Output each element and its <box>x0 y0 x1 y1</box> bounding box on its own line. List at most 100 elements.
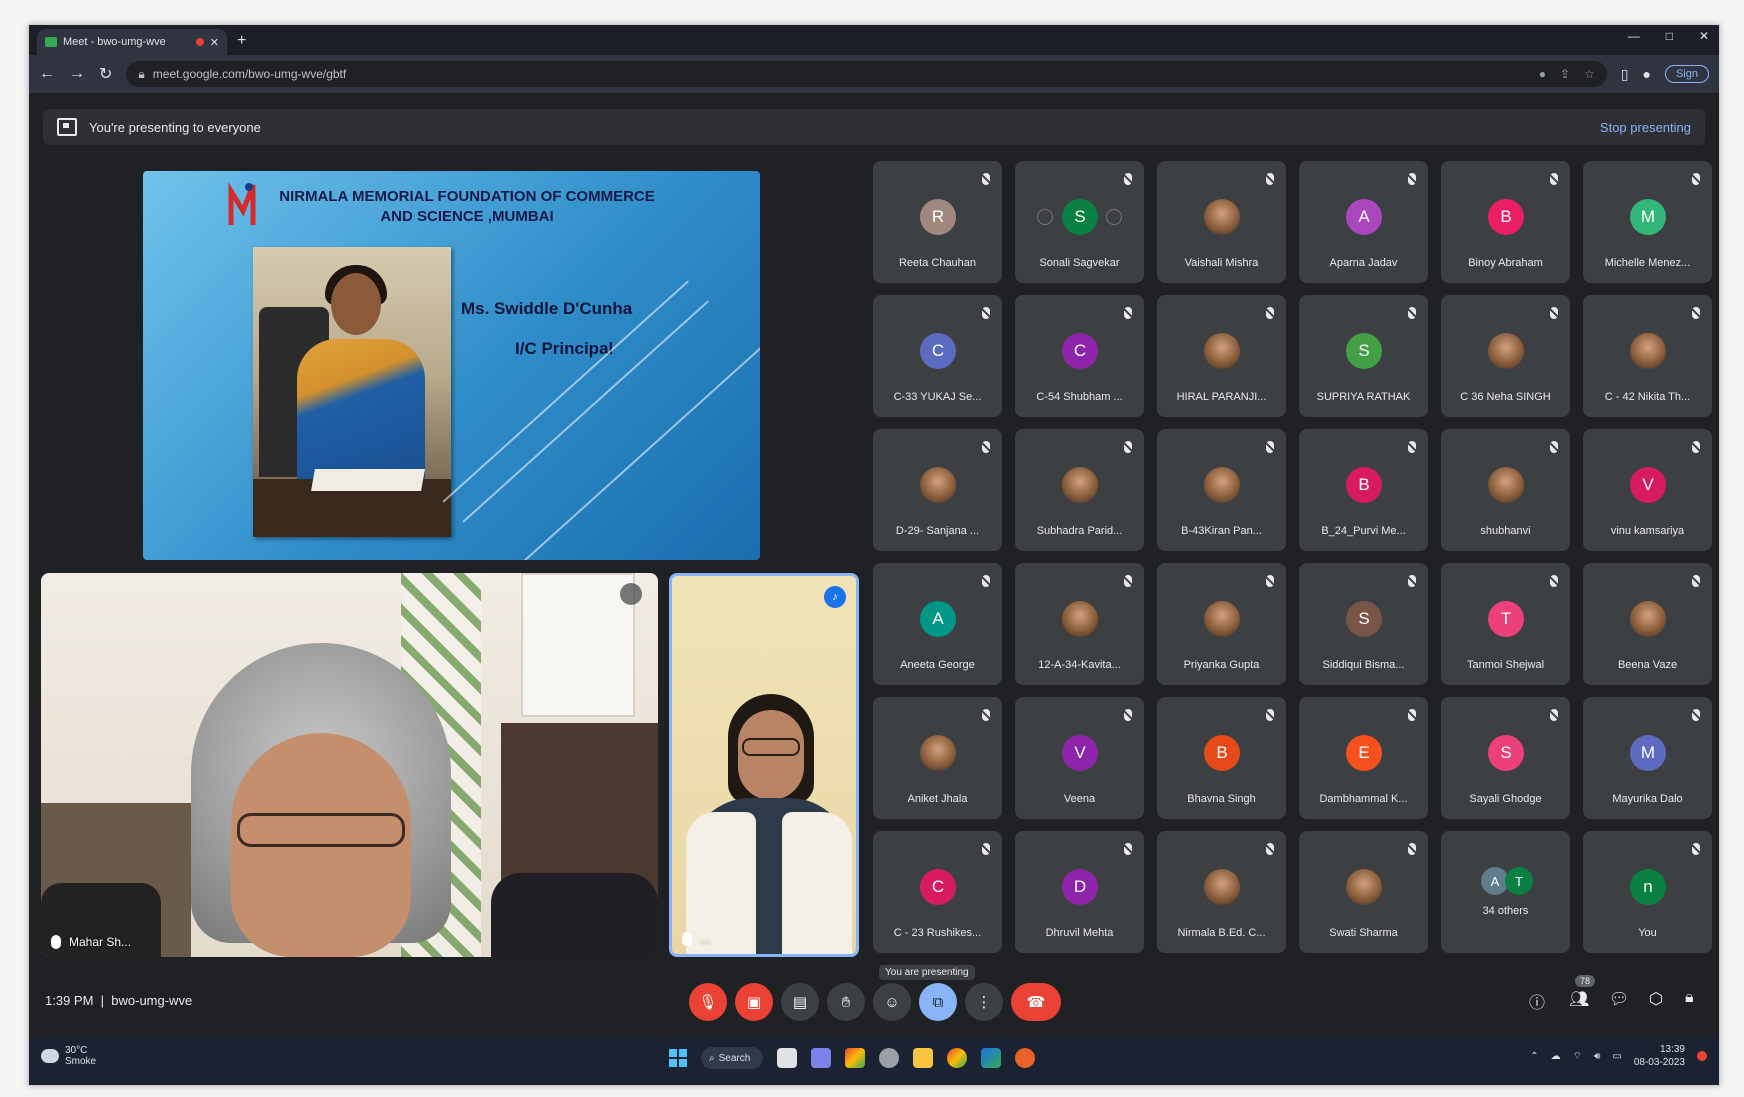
participant-tile[interactable]: S Siddiqui Bisma... <box>1299 563 1428 685</box>
close-tab-icon[interactable]: ✕ <box>210 36 219 49</box>
tray-chevron-icon[interactable]: ⌃ <box>1530 1051 1538 1062</box>
participant-tile[interactable]: 12-A-34-Kavita... <box>1015 563 1144 685</box>
participant-tile[interactable]: S SUPRIYA RATHAK <box>1299 295 1428 417</box>
participant-tile[interactable]: M Michelle Menez... <box>1583 161 1712 283</box>
participant-tile[interactable]: Vvinu kamsariya <box>1583 429 1712 551</box>
present-button[interactable]: ⧉ <box>919 983 957 1021</box>
close-window-button[interactable]: ✕ <box>1699 29 1709 43</box>
others-avatar: T <box>1505 867 1533 895</box>
video-tile-speaking[interactable]: ♪ ... <box>669 573 859 957</box>
participant-name: C 36 Neha SINGH <box>1460 391 1551 403</box>
participant-tile[interactable]: A T 34 others <box>1441 831 1570 953</box>
firefox-icon[interactable] <box>1015 1048 1035 1068</box>
captions-button[interactable]: ▤ <box>781 983 819 1021</box>
participant-tile[interactable]: Beena Vaze <box>1583 563 1712 685</box>
bookmark-star-icon[interactable]: ☆ <box>1584 67 1595 81</box>
participant-tile[interactable]: Nirmala B.Ed. C... <box>1157 831 1286 953</box>
notification-icon[interactable] <box>1697 1051 1707 1061</box>
taskbar-search[interactable]: ⌕ Search <box>701 1047 763 1069</box>
reload-icon[interactable]: ↻ <box>99 64 112 84</box>
participant-tile[interactable]: R Reeta Chauhan <box>873 161 1002 283</box>
participant-tile[interactable]: B Bhavna Singh <box>1157 697 1286 819</box>
forward-arrow-icon[interactable]: → <box>69 65 85 83</box>
participant-tile[interactable]: B Binoy Abraham <box>1441 161 1570 283</box>
raise-hand-button[interactable]: ✋︎ <box>827 983 865 1021</box>
activities-icon[interactable]: ⬡ <box>1649 989 1663 1009</box>
captions-icon: ▤ <box>792 994 808 1011</box>
profile-sign-button[interactable]: Sign <box>1664 65 1709 83</box>
emoji-icon: ☺ <box>884 993 900 1011</box>
participant-tile[interactable]: Vaishali Mishra <box>1157 161 1286 283</box>
participant-tile[interactable]: V Veena <box>1015 697 1144 819</box>
windows-start-icon[interactable] <box>669 1049 687 1067</box>
battery-icon[interactable]: ▭ <box>1612 1051 1621 1062</box>
system-clock[interactable]: 13:39 08-03-2023 <box>1634 1043 1685 1069</box>
stop-presenting-button[interactable]: Stop presenting <box>1600 120 1691 135</box>
meeting-details-icon[interactable]: ⓘ <box>1529 989 1545 1013</box>
cloud-icon[interactable]: ☁ <box>1551 1051 1561 1062</box>
participant-tile[interactable]: D Dhruvil Mehta <box>1015 831 1144 953</box>
people-icon[interactable]: 👥︎ <box>1569 989 1589 1009</box>
participant-tile[interactable]: C - 42 Nikita Th... <box>1583 295 1712 417</box>
participant-tile[interactable]: S Sonali Sagvekar <box>1015 161 1144 283</box>
leave-call-button[interactable]: ☎ <box>1011 983 1061 1021</box>
wifi-icon[interactable]: ⌔ <box>1573 1050 1582 1063</box>
participant-name: Mayurika Dalo <box>1612 793 1683 805</box>
reactions-button[interactable]: ☺ <box>873 983 911 1021</box>
side-panel-icon[interactable]: ▯ <box>1621 66 1629 83</box>
maximize-button[interactable]: □ <box>1666 29 1673 43</box>
participant-name: vinu kamsariya <box>1610 525 1685 537</box>
participant-tile[interactable]: B B_24_Purvi Me... <box>1299 429 1428 551</box>
weather-desc: Smoke <box>65 1056 97 1067</box>
participant-tile[interactable]: C C - 23 Rushikes... <box>873 831 1002 953</box>
file-icon[interactable] <box>777 1048 797 1068</box>
mic-muted-icon <box>1408 709 1416 721</box>
chrome-icon[interactable] <box>845 1048 865 1068</box>
participant-tile[interactable]: E Dambhammal K... <box>1299 697 1428 819</box>
participant-tile[interactable]: HIRAL PARANJI... <box>1157 295 1286 417</box>
search-icon: ⌕ <box>709 1052 715 1064</box>
participant-tile[interactable]: D-29- Sanjana ... <box>873 429 1002 551</box>
chrome-profile-icon[interactable] <box>981 1048 1001 1068</box>
mic-icon <box>682 932 692 946</box>
chat-icon[interactable]: 💬︎ <box>1609 989 1629 1009</box>
participant-name: C-54 Shubham ... <box>1036 391 1123 403</box>
participant-tile[interactable]: Swati Sharma <box>1299 831 1428 953</box>
participant-tile[interactable]: A Aneeta George <box>873 563 1002 685</box>
camera-toggle-button[interactable]: ▣ <box>735 983 773 1021</box>
teams-icon[interactable] <box>811 1048 831 1068</box>
participant-tile[interactable]: C C-33 YUKAJ Se... <box>873 295 1002 417</box>
folder-icon[interactable] <box>913 1048 933 1068</box>
participant-tile[interactable]: C C-54 Shubham ... <box>1015 295 1144 417</box>
minimize-button[interactable]: — <box>1628 29 1640 43</box>
back-arrow-icon[interactable]: ← <box>39 65 55 83</box>
avatar: S <box>1346 333 1382 369</box>
participant-name: Beena Vaze <box>1617 659 1678 671</box>
participant-tile[interactable]: M Mayurika Dalo <box>1583 697 1712 819</box>
participant-tile[interactable]: C 36 Neha SINGH <box>1441 295 1570 417</box>
tile-options-icon[interactable] <box>620 583 642 605</box>
participant-tile[interactable]: Aniket Jhala <box>873 697 1002 819</box>
participant-tile[interactable]: B-43Kiran Pan... <box>1157 429 1286 551</box>
mic-toggle-button[interactable]: 🎙︎ <box>689 983 727 1021</box>
new-tab-button[interactable]: + <box>237 32 246 50</box>
chrome-alt-icon[interactable] <box>947 1048 967 1068</box>
share-icon[interactable]: ⇪ <box>1560 67 1570 81</box>
video-tile-main[interactable]: Mahar Sh... <box>41 573 658 957</box>
profile-icon[interactable]: ● <box>1643 66 1651 82</box>
settings-gear-icon[interactable] <box>879 1048 899 1068</box>
participant-tile[interactable]: A Aparna Jadav <box>1299 161 1428 283</box>
volume-icon[interactable]: 🔊︎ <box>1594 1051 1600 1062</box>
participant-tile[interactable]: S Sayali Ghodge <box>1441 697 1570 819</box>
host-controls-icon[interactable]: 🔒︎ <box>1685 989 1694 1007</box>
participant-tile[interactable]: n You <box>1583 831 1712 953</box>
participant-tile[interactable]: shubhanvi <box>1441 429 1570 551</box>
participant-tile[interactable]: Priyanka Gupta <box>1157 563 1286 685</box>
camera-indicator-icon[interactable]: ● <box>1539 67 1546 81</box>
address-bar[interactable]: 🔒︎ meet.google.com/bwo-umg-wve/gbtf ● ⇪ … <box>126 61 1607 87</box>
weather-widget[interactable]: 30°C Smoke <box>41 1045 96 1067</box>
participant-tile[interactable]: Subhadra Parid... <box>1015 429 1144 551</box>
participant-tile[interactable]: T Tanmoi Shejwal <box>1441 563 1570 685</box>
browser-tab[interactable]: Meet - bwo-umg-wve ✕ <box>37 29 227 55</box>
more-options-button[interactable]: ⋮ <box>965 983 1003 1021</box>
